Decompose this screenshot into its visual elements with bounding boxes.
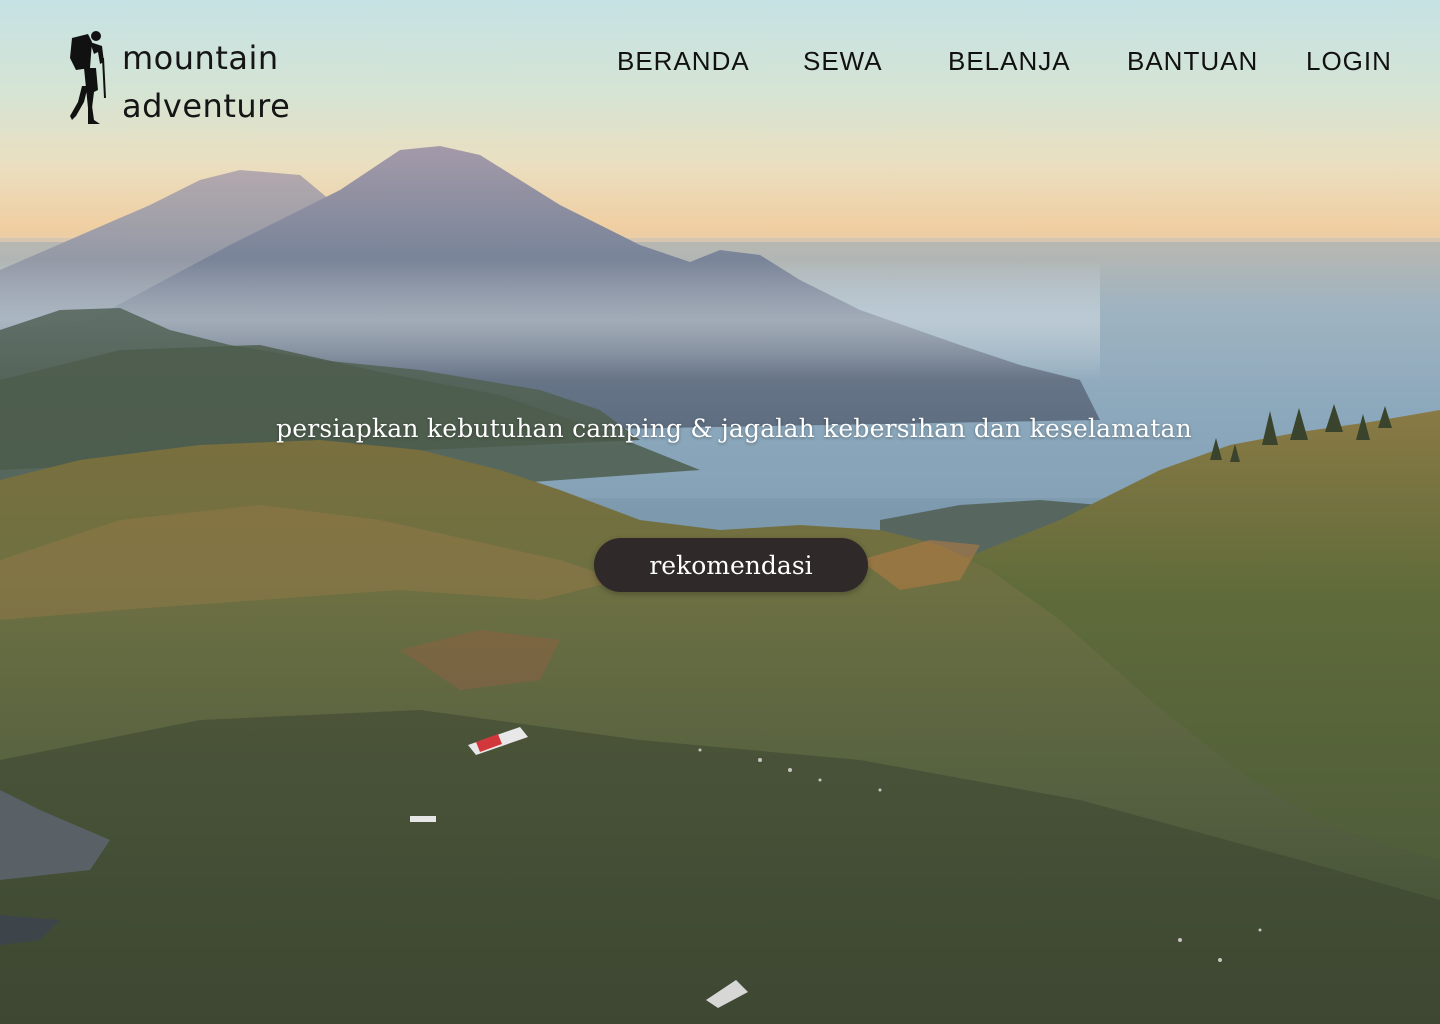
main-nav: BERANDA SEWA BELANJA BANTUAN LOGIN [0,44,1440,78]
brand-name-line2: adventure [122,87,291,125]
hero-tagline: persiapkan kebutuhan camping & jagalah k… [276,414,1192,443]
nav-item-sewa[interactable]: SEWA [803,44,883,78]
nav-item-belanja[interactable]: BELANJA [948,44,1071,78]
nav-item-login[interactable]: LOGIN [1306,44,1392,78]
nav-item-beranda[interactable]: BERANDA [617,44,750,78]
landing-page: mountain adventure BERANDA SEWA BELANJA … [0,0,1440,1024]
hero-background-image [0,0,1440,1024]
nav-item-bantuan[interactable]: BANTUAN [1127,44,1258,78]
rekomendasi-button[interactable]: rekomendasi [594,538,868,592]
hiker-icon [70,31,106,124]
site-header: mountain adventure BERANDA SEWA BELANJA … [0,0,1440,140]
